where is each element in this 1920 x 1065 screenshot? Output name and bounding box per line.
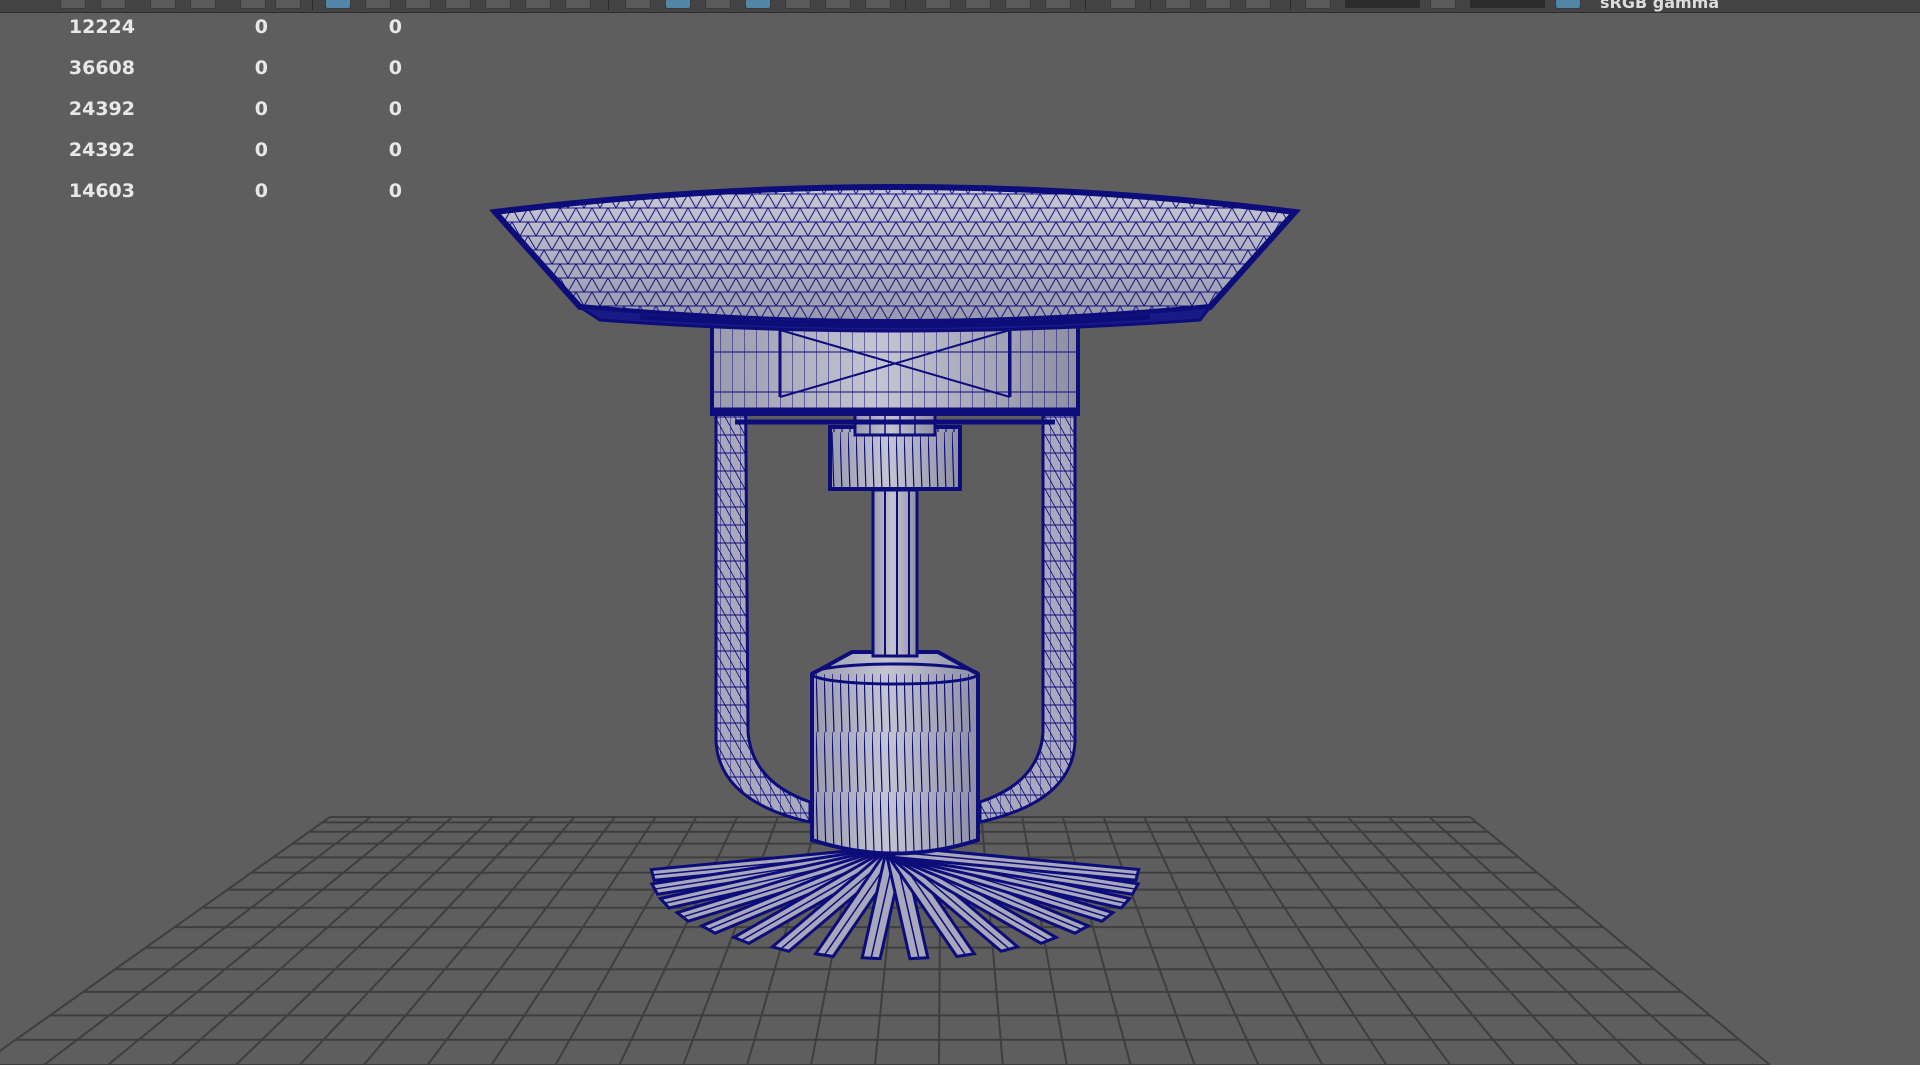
- center-strut: [871, 488, 919, 658]
- wireframe-icon[interactable]: [625, 0, 651, 9]
- color-management-icon[interactable]: [1555, 0, 1581, 9]
- grid-line: [1347, 816, 1579, 1065]
- isolate-select-icon[interactable]: [925, 0, 951, 9]
- grid-line: [1102, 816, 1196, 1065]
- deflector-dish: [488, 184, 1302, 333]
- shadows-icon[interactable]: [865, 0, 891, 9]
- outliner-view-icon[interactable]: [445, 0, 471, 9]
- graph-view-icon[interactable]: [485, 0, 511, 9]
- wireframe-on-shaded-icon[interactable]: [745, 0, 771, 9]
- lasso-tool-icon[interactable]: [100, 0, 126, 9]
- paint-tool-icon[interactable]: [150, 0, 176, 9]
- ssao-icon[interactable]: [1045, 0, 1071, 9]
- select-tool-icon[interactable]: [60, 0, 86, 9]
- resolution-gate-icon[interactable]: [1205, 0, 1231, 9]
- exposure-icon[interactable]: [1305, 0, 1331, 9]
- grid-line: [43, 816, 372, 1065]
- grid-line: [1061, 816, 1132, 1065]
- snap-grid-icon[interactable]: [190, 0, 216, 9]
- compression-screw: [828, 403, 962, 491]
- grid-line: [490, 816, 657, 1065]
- xray-joints-icon[interactable]: [965, 0, 991, 9]
- two-view-icon[interactable]: [405, 0, 431, 9]
- textured-icon[interactable]: [705, 0, 731, 9]
- gate-mask-icon[interactable]: [1245, 0, 1271, 9]
- grid-line: [0, 816, 331, 1053]
- gamma-icon[interactable]: [1430, 0, 1456, 9]
- grid-line: [171, 816, 453, 1065]
- grid-line: [1428, 816, 1707, 1065]
- snap-point-icon[interactable]: [275, 0, 301, 9]
- grid-line: [1143, 816, 1260, 1065]
- snap-curve-icon[interactable]: [240, 0, 266, 9]
- exposure-field[interactable]: [1345, 0, 1420, 8]
- xray-icon[interactable]: [785, 0, 811, 9]
- four-view-icon[interactable]: [365, 0, 391, 9]
- grid-line: [1306, 816, 1516, 1065]
- view-transform-label[interactable]: sRGB gamma: [1600, 0, 1719, 12]
- grid-line: [298, 816, 535, 1065]
- maya-app: sRGB gamma 12224 0 0 36608 0 0 24392 0 0…: [0, 0, 1920, 1065]
- script-view-icon[interactable]: [565, 0, 591, 9]
- base-body: [810, 650, 980, 856]
- grid-line: [362, 816, 576, 1065]
- grid-line: [682, 816, 779, 1065]
- lights-icon[interactable]: [825, 0, 851, 9]
- grid-line: [1224, 816, 1388, 1065]
- gamma-field[interactable]: [1470, 0, 1545, 8]
- deflector-spokes: [649, 845, 1141, 961]
- single-view-icon[interactable]: [325, 0, 351, 9]
- grid-line: [235, 816, 494, 1065]
- grid-toggle-icon[interactable]: [1110, 0, 1136, 9]
- 3d-viewport[interactable]: [0, 12, 1920, 1065]
- grid-line: [1265, 816, 1452, 1065]
- smooth-shade-icon[interactable]: [665, 0, 691, 9]
- top-block: [710, 320, 1080, 425]
- film-gate-icon[interactable]: [1165, 0, 1191, 9]
- grid-line: [1184, 816, 1324, 1065]
- grid-line: [618, 816, 739, 1065]
- xray-active-icon[interactable]: [1005, 0, 1031, 9]
- hypershade-view-icon[interactable]: [525, 0, 551, 9]
- grid-line: [554, 816, 698, 1065]
